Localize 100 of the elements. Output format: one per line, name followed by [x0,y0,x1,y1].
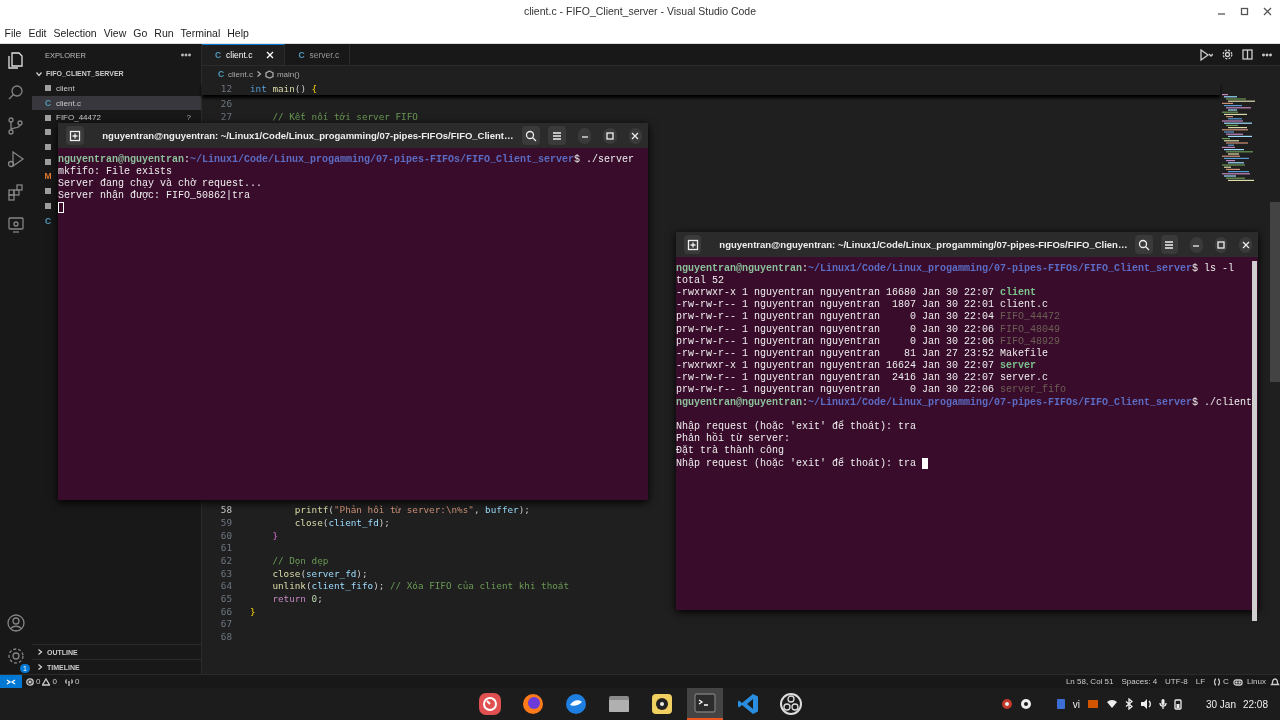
terminal-line: prw-rw-r-- 1 nguyentran nguyentran 0 Jan 30 22:06 server_fifo [676,384,1067,396]
minimize-button[interactable] [578,127,592,144]
tray-app-icon[interactable] [1019,698,1032,710]
file-row[interactable]: FIFO_44472 ? [32,110,201,126]
close-button[interactable] [628,127,642,144]
antenna-icon [64,677,73,686]
line-number: 66 [219,605,232,617]
warning-icon [42,677,51,686]
close-icon[interactable] [1263,6,1272,16]
status-item[interactable]: LF [1191,677,1210,686]
minimize-button[interactable] [1190,236,1203,253]
menu-item[interactable]: Go [129,26,151,39]
bell-icon[interactable] [1270,677,1280,686]
branch-icon[interactable] [6,116,26,136]
bluetooth-icon[interactable] [1124,698,1133,710]
terminal-line: -rw-rw-r-- 1 nguyentran nguyentran 81 Jan 27 23:52 Makefile [676,347,1049,359]
ports-button[interactable]: 0 [60,677,84,686]
line-number: 12 [219,83,232,94]
menu-item[interactable]: Help [223,26,253,39]
terminal-title: nguyentran@nguyentran: ~/Linux1/Code/Linux_progamming/07-pipes-FIFOs/FIFO_Clien… [719,239,1128,250]
file-name: FIFO_44472 [56,113,102,123]
file-row[interactable]: C client.c [32,95,201,111]
status-item[interactable]: Spaces: 4 [1117,677,1162,686]
breadcrumb-item[interactable]: main() [276,69,300,79]
menu-button[interactable] [547,126,567,145]
editor-tab[interactable]: C client.c [202,44,286,65]
code-editor-icon [735,692,760,716]
file-type-icon: C [44,98,52,109]
terminal-line: nguyentran@nguyentran:~/Linux1/Code/Linux_progamming/07-pipes-FIFOs/FIFO_Client_server$ ./server [58,153,635,165]
status-item[interactable]: UTF-8 [1161,677,1192,686]
terminal-line: -rw-rw-r-- 1 nguyentran nguyentran 2416 Jan 30 22:07 server.c [676,372,1049,384]
run-debug-icon[interactable] [6,149,26,169]
clock-date[interactable]: 30 Jan [1205,698,1236,710]
more-icon[interactable] [1262,52,1272,57]
terminal-line: Nhập request (hoặc 'exit' để thoát): tra [676,457,917,469]
menu-item[interactable]: Terminal [177,26,224,39]
terminal-title: nguyentran@nguyentran: ~/Linux1/Code/Linux_progamming/07-pipes-FIFOs/FIFO_Client… [102,130,514,141]
maximize-icon [1216,239,1227,250]
scrollbar[interactable] [1252,261,1257,621]
run-debug-icon[interactable] [1197,48,1213,61]
status-item[interactable]: Linux [1242,677,1270,686]
account-icon[interactable] [6,613,26,633]
code-line: return 0; [271,593,323,605]
maximize-icon [605,130,616,141]
extensions-icon[interactable] [6,182,26,202]
new-tab-button[interactable] [684,235,702,254]
braces-icon [1213,677,1222,686]
volume-icon[interactable] [1139,698,1152,710]
menu-item[interactable]: View [100,26,130,39]
copilot-icon[interactable] [1232,677,1243,686]
code-line: } [250,605,256,617]
remote-button[interactable] [0,675,22,688]
maximize-icon[interactable] [1240,6,1249,16]
code-line: } [271,529,278,541]
window-title: client.c - FIFO_Client_server - Visual Studio Code [523,5,757,17]
menu-item[interactable]: Edit [24,26,50,39]
close-button[interactable] [1239,236,1252,253]
settings-icon[interactable] [6,646,26,666]
remote-explorer-icon[interactable] [6,215,26,235]
status-item[interactable]: Ln 58, Col 51 [1061,677,1118,686]
error-icon [26,677,34,686]
settings-icon[interactable] [1222,49,1233,60]
file-type-icon: C [217,69,225,79]
problems-button[interactable]: 0 0 [22,677,61,686]
maximize-button[interactable] [1214,236,1228,253]
menu-item[interactable]: Run [150,26,178,39]
file-name: client [56,83,76,93]
code-line: // Kết nối tới server FIFO [271,110,418,122]
more-icon[interactable] [181,53,191,57]
line-number: 63 [219,567,232,579]
clock-time[interactable]: 22:08 [1242,698,1268,710]
search-button[interactable] [1135,235,1153,254]
search-button[interactable] [521,126,540,145]
code-line: close(client_fd); [293,516,390,528]
file-lines-icon [44,84,52,93]
wifi-icon[interactable] [1105,698,1118,710]
terminal-line: -rwxrwxr-x 1 nguyentran nguyentran 16624 Jan 30 22:07 server [676,360,1037,372]
tray-app-icon[interactable] [1000,698,1013,710]
scrollbar-thumb[interactable] [1270,202,1280,382]
line-number: 68 [219,631,232,643]
new-tab-button[interactable] [66,126,85,145]
menu-item[interactable]: File [1,26,25,39]
menu-icon [1163,238,1176,251]
menu-button[interactable] [1160,235,1179,254]
language-button[interactable]: C [1209,677,1233,686]
screen-icon[interactable] [1086,698,1099,710]
microphone-icon[interactable] [1158,698,1167,710]
split-editor-icon[interactable] [1242,49,1253,60]
file-type-icon: C [44,215,52,226]
breadcrumb-item[interactable]: client.c [228,69,253,79]
files-icon[interactable] [6,50,26,70]
file-type-icon: C [297,50,306,60]
line-number: 61 [219,542,232,554]
menu-item[interactable]: Selection [50,26,101,39]
keyboard-layout[interactable]: vi [1072,698,1080,710]
line-number: 27 [219,110,232,122]
file-row[interactable]: client [32,81,201,96]
battery-icon[interactable] [1173,698,1182,710]
maximize-button[interactable] [603,127,617,144]
code-line: close(server_fd); [271,567,368,579]
